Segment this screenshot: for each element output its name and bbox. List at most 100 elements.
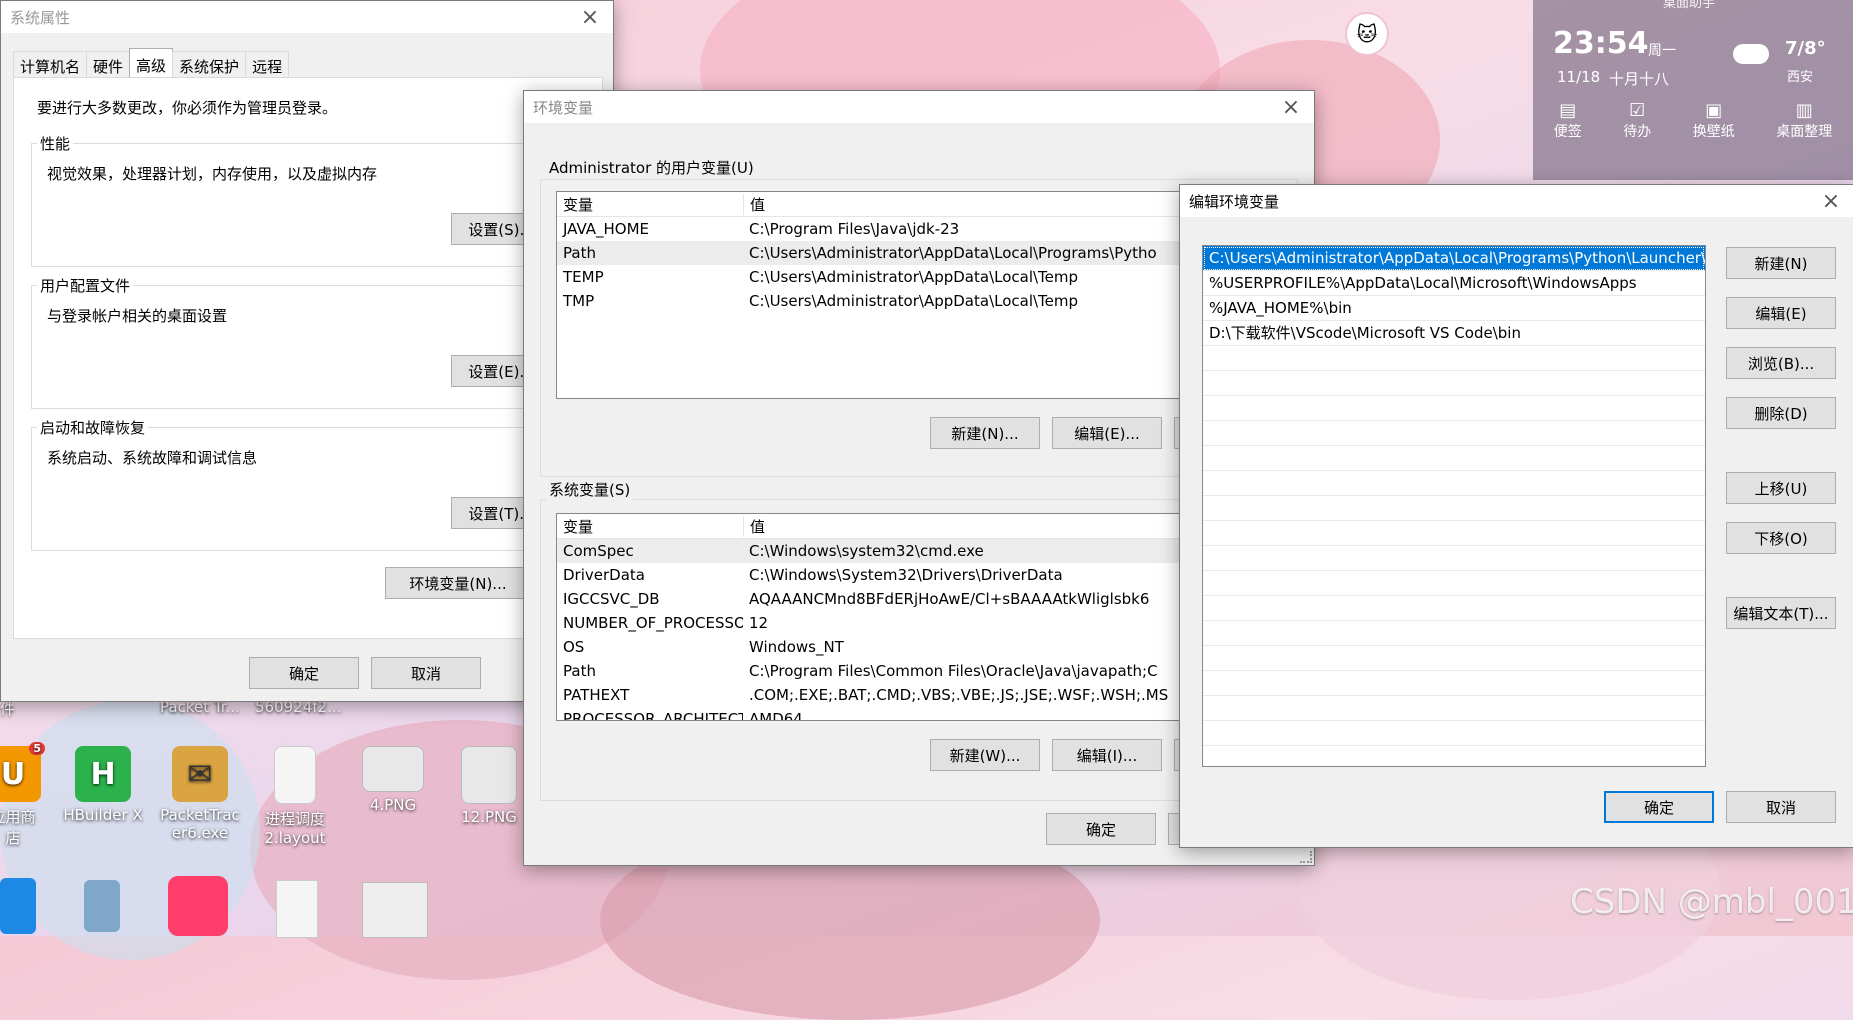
desktop-icon-screenshot[interactable]: [362, 882, 428, 938]
widget-action-wallpaper[interactable]: ▣ 换壁纸: [1693, 100, 1735, 141]
desktop-icon-layout-file[interactable]: 进程调度 2.layout: [252, 746, 338, 847]
system-properties-titlebar[interactable]: 系统属性 ×: [1, 1, 613, 33]
var-name: Path: [563, 662, 596, 680]
todo-icon: ☑: [1629, 100, 1646, 121]
cat-sticker-icon[interactable]: 🐱: [1345, 12, 1389, 56]
empty-list-row[interactable]: [1203, 621, 1705, 646]
empty-list-row[interactable]: [1203, 671, 1705, 696]
var-name: OS: [563, 638, 585, 656]
desktop-icon-4png[interactable]: 4.PNG: [350, 746, 436, 814]
empty-list-row[interactable]: [1203, 396, 1705, 421]
edit-environment-variable-window: 编辑环境变量 × C:\Users\Administrator\AppData\…: [1179, 184, 1853, 848]
widget-top-label: 桌面助手: [1663, 0, 1716, 11]
environment-variables-button[interactable]: 环境变量(N)...: [385, 567, 531, 599]
move-down-button[interactable]: 下移(O): [1726, 522, 1836, 554]
widget-lunar: 十月十八: [1609, 70, 1670, 88]
ok-button[interactable]: 确定: [1046, 813, 1156, 845]
list-item[interactable]: D:\下载软件\VScode\Microsoft VS Code\bin: [1203, 321, 1705, 346]
browse-button[interactable]: 浏览(B)...: [1726, 347, 1836, 379]
var-name: IGCCSVC_DB: [563, 590, 660, 608]
desktop-icon-hbuilder[interactable]: H HBuilder X: [60, 746, 146, 824]
window-title: 系统属性: [10, 8, 71, 27]
var-value: C:\Program Files\Common Files\Oracle\Jav…: [749, 662, 1158, 680]
var-name: NUMBER_OF_PROCESSORS: [563, 614, 743, 632]
csdn-watermark: CSDN @mbl_001: [1570, 882, 1853, 922]
close-icon[interactable]: ×: [1808, 185, 1853, 217]
user-vars-label: Administrator 的用户变量(U): [546, 157, 757, 178]
widget-weekday: 周一: [1648, 43, 1676, 59]
list-item[interactable]: %JAVA_HOME%\bin: [1203, 296, 1705, 321]
close-icon[interactable]: ×: [1268, 91, 1314, 123]
var-name: DriverData: [563, 566, 645, 584]
environment-variables-titlebar[interactable]: 环境变量 ×: [524, 91, 1314, 123]
column-header-variable[interactable]: 变量: [557, 193, 744, 215]
var-value: C:\Windows\system32\cmd.exe: [749, 542, 984, 560]
desktop-icon-packettracer[interactable]: ✉ PacketTrac er6.exe: [157, 746, 243, 842]
user-profile-group: [31, 285, 603, 409]
empty-list-row[interactable]: [1203, 646, 1705, 671]
desktop-icon-blank-file[interactable]: [276, 880, 318, 938]
startup-recovery-group: [31, 427, 603, 551]
widget-temp: 7/8°: [1785, 38, 1826, 59]
user-new-button[interactable]: 新建(N)...: [930, 417, 1040, 449]
new-button[interactable]: 新建(N): [1726, 247, 1836, 279]
widget-action-todo[interactable]: ☑ 待办: [1623, 100, 1651, 141]
empty-list-row[interactable]: [1203, 371, 1705, 396]
list-item[interactable]: C:\Users\Administrator\AppData\Local\Pro…: [1203, 246, 1705, 271]
notes-icon: ▤: [1559, 100, 1577, 121]
empty-rows: [1203, 346, 1705, 746]
path-entries-list[interactable]: C:\Users\Administrator\AppData\Local\Pro…: [1202, 245, 1706, 767]
widget-date: 11/18: [1557, 68, 1601, 86]
var-value: C:\Users\Administrator\AppData\Local\Tem…: [749, 292, 1079, 310]
edit-env-titlebar[interactable]: 编辑环境变量 ×: [1180, 185, 1853, 217]
system-edit-button[interactable]: 编辑(I)...: [1052, 739, 1162, 771]
var-value: C:\Program Files\Java\jdk-23: [749, 220, 960, 238]
desktop-icon-app-store[interactable]: U5 应用商 店: [0, 742, 56, 848]
var-value: C:\Users\Administrator\AppData\Local\Pro…: [749, 244, 1157, 262]
column-header-value[interactable]: 值: [744, 516, 765, 537]
var-name: PROCESSOR_ARCHITECTURE: [563, 710, 743, 721]
app-store-icon: U5: [0, 742, 45, 802]
edit-button[interactable]: 编辑(E): [1726, 297, 1836, 329]
empty-list-row[interactable]: [1203, 596, 1705, 621]
desktop-icon-12png[interactable]: 12.PNG: [446, 746, 532, 826]
var-value: C:\Users\Administrator\AppData\Local\Tem…: [749, 268, 1079, 286]
empty-list-row[interactable]: [1203, 521, 1705, 546]
empty-list-row[interactable]: [1203, 421, 1705, 446]
close-icon[interactable]: ×: [567, 1, 613, 33]
ok-button[interactable]: 确定: [1604, 791, 1714, 823]
var-value: 12: [749, 614, 769, 632]
move-up-button[interactable]: 上移(U): [1726, 472, 1836, 504]
empty-list-row[interactable]: [1203, 446, 1705, 471]
empty-list-row[interactable]: [1203, 496, 1705, 521]
cancel-button[interactable]: 取消: [1726, 791, 1836, 823]
column-header-value[interactable]: 值: [744, 194, 765, 215]
user-edit-button[interactable]: 编辑(E)...: [1052, 417, 1162, 449]
delete-button[interactable]: 删除(D): [1726, 397, 1836, 429]
cancel-button[interactable]: 取消: [371, 657, 481, 689]
desktop-icon-recycle-bin[interactable]: [84, 880, 120, 932]
empty-list-row[interactable]: [1203, 346, 1705, 371]
empty-list-row[interactable]: [1203, 696, 1705, 721]
desktop-icon-settings[interactable]: [0, 878, 36, 934]
empty-list-row[interactable]: [1203, 721, 1705, 746]
empty-list-row[interactable]: [1203, 571, 1705, 596]
var-value: C:\Windows\System32\Drivers\DriverData: [749, 566, 1063, 584]
list-item[interactable]: %USERPROFILE%\AppData\Local\Microsoft\Wi…: [1203, 271, 1705, 296]
column-header-variable[interactable]: 变量: [557, 515, 744, 537]
ok-button[interactable]: 确定: [249, 657, 359, 689]
window-title: 编辑环境变量: [1189, 192, 1280, 211]
widget-action-organize[interactable]: ▥ 桌面整理: [1776, 100, 1832, 141]
var-name: ComSpec: [563, 542, 634, 560]
user-profile-desc: 与登录帐户相关的桌面设置: [47, 307, 228, 325]
widget-action-notes[interactable]: ▤ 便签: [1554, 100, 1582, 141]
var-name: Path: [563, 244, 596, 262]
empty-list-row[interactable]: [1203, 471, 1705, 496]
resize-grip-icon[interactable]: [1300, 851, 1312, 863]
edit-text-button[interactable]: 编辑文本(T)...: [1726, 597, 1836, 629]
empty-list-row[interactable]: [1203, 546, 1705, 571]
var-value: AMD64: [749, 710, 803, 721]
desktop-icon-player[interactable]: [168, 876, 228, 936]
system-new-button[interactable]: 新建(W)...: [930, 739, 1040, 771]
var-value: .COM;.EXE;.BAT;.CMD;.VBS;.VBE;.JS;.JSE;.…: [749, 686, 1169, 704]
